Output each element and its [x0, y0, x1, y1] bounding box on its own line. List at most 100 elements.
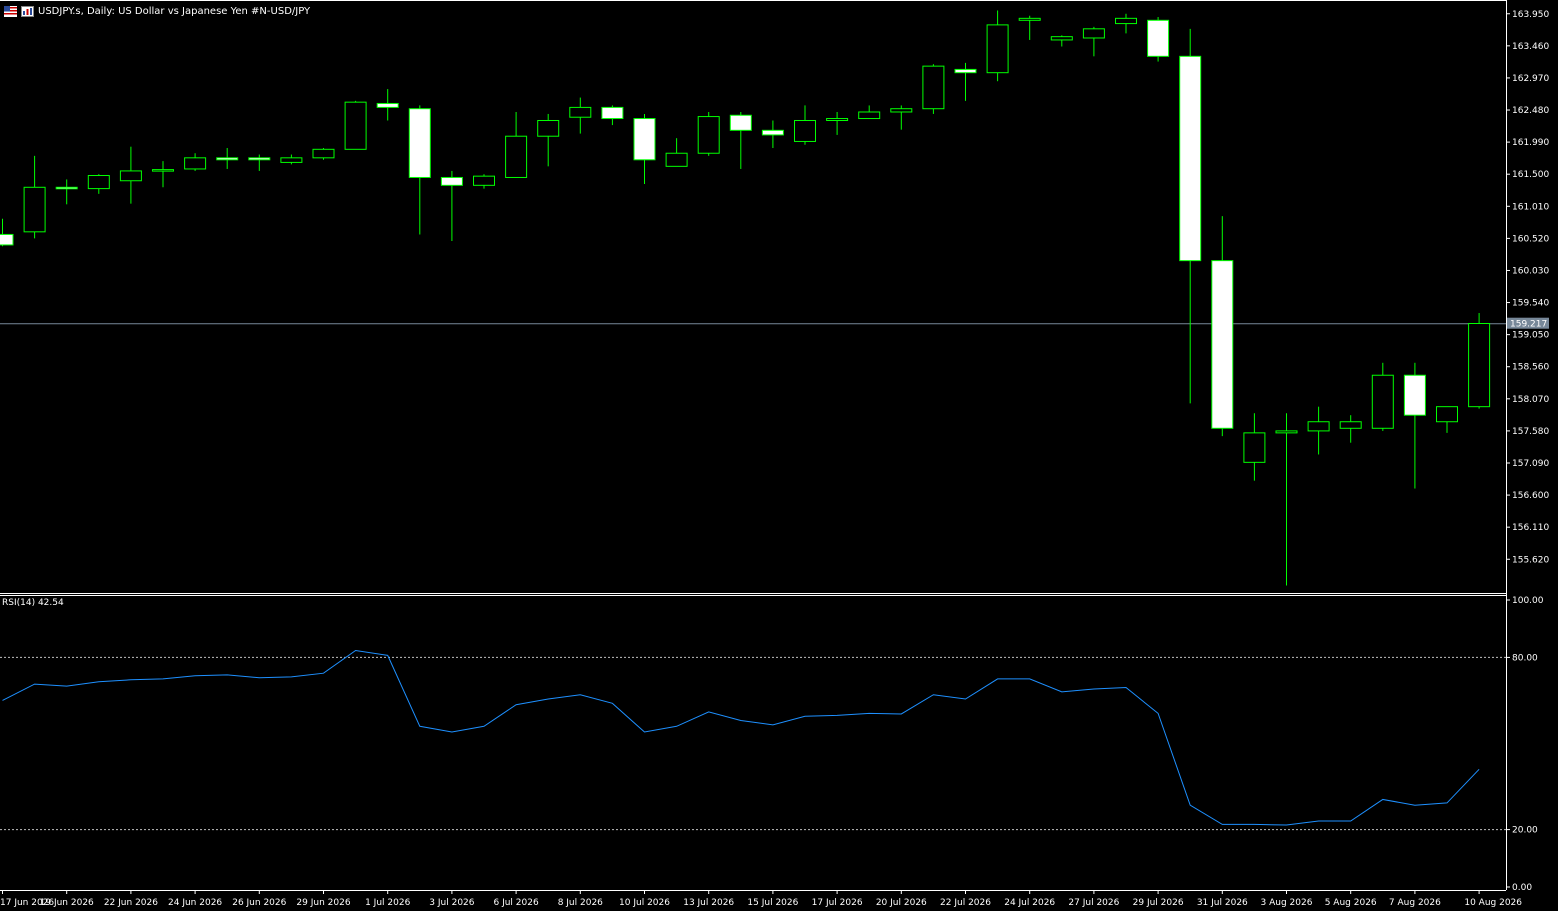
bull-candle-body	[1115, 17, 1137, 25]
bull-candle-body	[23, 186, 46, 233]
bull-candle-body	[1018, 17, 1041, 21]
price-tick-label: 163.460	[1512, 42, 1549, 52]
bull-candle-body	[1339, 421, 1362, 429]
time-tick-label: 22 Jul 2026	[940, 898, 991, 908]
candle[interactable]	[954, 62, 977, 101]
time-tick-label: 24 Jul 2026	[1004, 898, 1055, 908]
bull-candle-body	[1307, 421, 1330, 432]
candle[interactable]	[1371, 362, 1394, 431]
candle[interactable]	[1275, 413, 1298, 586]
price-tick-label: 163.950	[1512, 10, 1549, 20]
candle[interactable]	[1468, 313, 1491, 409]
axes: 163.950 163.460 162.970 162.480 161.990 161.5…	[0, 0, 1549, 908]
chart-window-icon	[21, 5, 34, 17]
price-tick-label: 160.520	[1512, 234, 1549, 244]
flag-icon	[4, 5, 17, 17]
price-tick-label: 158.560	[1512, 363, 1549, 373]
price-tick-label: 161.500	[1512, 170, 1549, 180]
candle[interactable]	[119, 146, 142, 204]
candle[interactable]	[440, 170, 463, 241]
rsi-tick-label: 100.00	[1512, 596, 1544, 606]
candle[interactable]	[697, 111, 720, 156]
candle[interactable]	[248, 154, 271, 171]
candle[interactable]	[1018, 15, 1041, 40]
candle[interactable]	[1082, 26, 1105, 57]
candle[interactable]	[858, 105, 881, 120]
bull-candle-body	[665, 152, 688, 167]
price-panel[interactable]	[0, 10, 1506, 586]
candle[interactable]	[537, 113, 560, 167]
candle[interactable]	[344, 100, 367, 150]
rsi-panel[interactable]	[0, 649, 1506, 831]
candle[interactable]	[1147, 17, 1170, 62]
candle[interactable]	[23, 155, 46, 239]
candle[interactable]	[55, 179, 78, 205]
candle[interactable]	[280, 154, 303, 165]
candle[interactable]	[312, 148, 335, 160]
bear-candle-body	[1147, 19, 1170, 57]
candle[interactable]	[152, 161, 174, 188]
price-tick-label: 156.600	[1512, 491, 1549, 501]
candle[interactable]	[890, 105, 913, 130]
bear-candle-body	[248, 157, 271, 161]
price-tick-label: 161.010	[1512, 202, 1549, 212]
bull-candle-body	[344, 101, 367, 150]
bull-candle-body	[922, 65, 945, 110]
bull-candle-body	[1371, 374, 1394, 429]
bull-candle-body	[537, 119, 560, 137]
candle[interactable]	[729, 111, 752, 169]
bid-price-label: 159.217	[1510, 320, 1547, 330]
candle[interactable]	[569, 97, 592, 134]
candle[interactable]	[184, 153, 207, 171]
price-tick-label: 161.990	[1512, 138, 1549, 148]
time-tick-label: 19 Jun 2026	[40, 898, 94, 908]
candle[interactable]	[1339, 415, 1362, 443]
candle[interactable]	[376, 89, 399, 121]
candle[interactable]	[1243, 413, 1266, 481]
candle[interactable]	[826, 111, 849, 135]
candle[interactable]	[601, 105, 624, 126]
bull-candle-body	[890, 108, 913, 113]
time-tick-label: 26 Jun 2026	[232, 898, 286, 908]
bull-candle-body	[858, 111, 881, 120]
candle[interactable]	[1211, 216, 1234, 437]
candle[interactable]	[1115, 13, 1137, 34]
time-tick-label: 3 Aug 2026	[1261, 898, 1313, 908]
price-tick-label: 157.090	[1512, 459, 1549, 469]
bull-candle-body	[1082, 28, 1105, 39]
candle[interactable]	[1436, 406, 1458, 433]
bull-candle-body	[986, 24, 1009, 74]
candle[interactable]	[1307, 406, 1330, 455]
candle[interactable]	[505, 111, 528, 178]
candle[interactable]	[633, 113, 656, 185]
bull-candle-body	[505, 135, 528, 178]
bull-candle-body	[473, 175, 495, 186]
candle[interactable]	[473, 174, 495, 189]
candle[interactable]	[986, 10, 1009, 82]
time-tick-label: 22 Jun 2026	[104, 898, 158, 908]
candle[interactable]	[665, 138, 688, 167]
candle[interactable]	[761, 120, 784, 148]
candle[interactable]	[1050, 35, 1073, 47]
candle[interactable]	[408, 105, 431, 235]
candle[interactable]	[0, 218, 14, 247]
time-tick-label: 3 Jul 2026	[429, 898, 474, 908]
time-tick-label: 29 Jul 2026	[1133, 898, 1184, 908]
candle[interactable]	[922, 64, 945, 114]
time-tick-label: 7 Aug 2026	[1389, 898, 1441, 908]
bear-candle-body	[1179, 55, 1202, 262]
rsi-indicator-label: RSI(14) 42.54	[2, 598, 64, 608]
candle[interactable]	[1403, 362, 1426, 489]
time-tick-label: 10 Jul 2026	[619, 898, 670, 908]
candle[interactable]	[216, 148, 239, 169]
chart-area[interactable]: 163.950 163.460 162.970 162.480 161.990 161.5…	[0, 0, 1558, 911]
candle[interactable]	[1179, 28, 1202, 404]
bull-candle-body	[280, 157, 303, 163]
candle[interactable]	[87, 174, 110, 194]
price-tick-label: 155.620	[1512, 555, 1549, 565]
price-tick-label: 160.030	[1512, 266, 1549, 276]
price-tick-label: 156.110	[1512, 523, 1549, 533]
bear-candle-body	[408, 108, 431, 178]
candle[interactable]	[794, 105, 816, 145]
bear-candle-body	[954, 68, 977, 74]
